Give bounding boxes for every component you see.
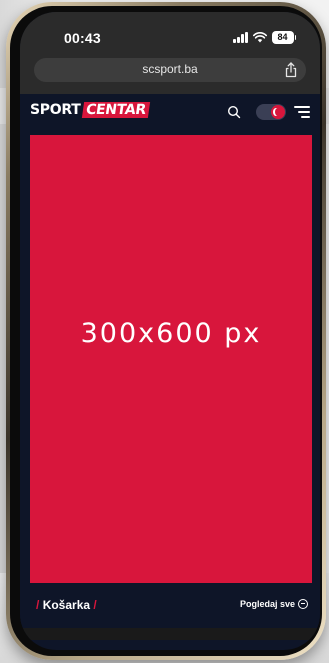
battery-level: 84: [271, 30, 294, 44]
status-icons: 84: [233, 29, 296, 45]
status-time: 00:43: [64, 30, 101, 46]
moon-icon: [271, 105, 285, 119]
theme-toggle[interactable]: [256, 104, 286, 120]
share-icon[interactable]: [284, 62, 298, 78]
browser-chrome: 00:43 84 scsport.ba: [20, 12, 320, 94]
signal-icon: [233, 31, 248, 43]
ad-banner[interactable]: 300x600 px: [30, 135, 312, 583]
slash-right: /: [93, 598, 97, 612]
ad-size-label: 300x600 px: [80, 318, 262, 349]
url-text: scsport.ba: [142, 62, 198, 76]
address-bar[interactable]: scsport.ba: [34, 58, 306, 82]
view-all-label: Pogledaj sve: [239, 599, 295, 609]
arrow-circle-icon: [298, 599, 308, 609]
site-header: SPORT CENTAR: [20, 94, 320, 130]
bottom-strip: [20, 628, 320, 640]
logo-sport: SPORT: [30, 102, 81, 118]
status-bar: 00:43 84: [20, 12, 320, 52]
battery-icon: 84: [271, 30, 296, 44]
site-logo[interactable]: SPORT CENTAR: [30, 102, 151, 118]
phone-screen: 00:43 84 scsport.ba SPORT CENTAR 300x600…: [20, 12, 320, 650]
menu-icon[interactable]: [294, 106, 310, 118]
section-header: / Košarka / Pogledaj sve: [20, 584, 320, 628]
wifi-icon: [252, 31, 267, 42]
slash-left: /: [36, 598, 40, 612]
logo-centar: CENTAR: [82, 102, 151, 118]
search-icon[interactable]: [227, 105, 241, 119]
section-title-text: Košarka: [42, 598, 91, 612]
view-all-link[interactable]: Pogledaj sve: [240, 599, 308, 609]
section-title[interactable]: / Košarka /: [36, 598, 97, 612]
